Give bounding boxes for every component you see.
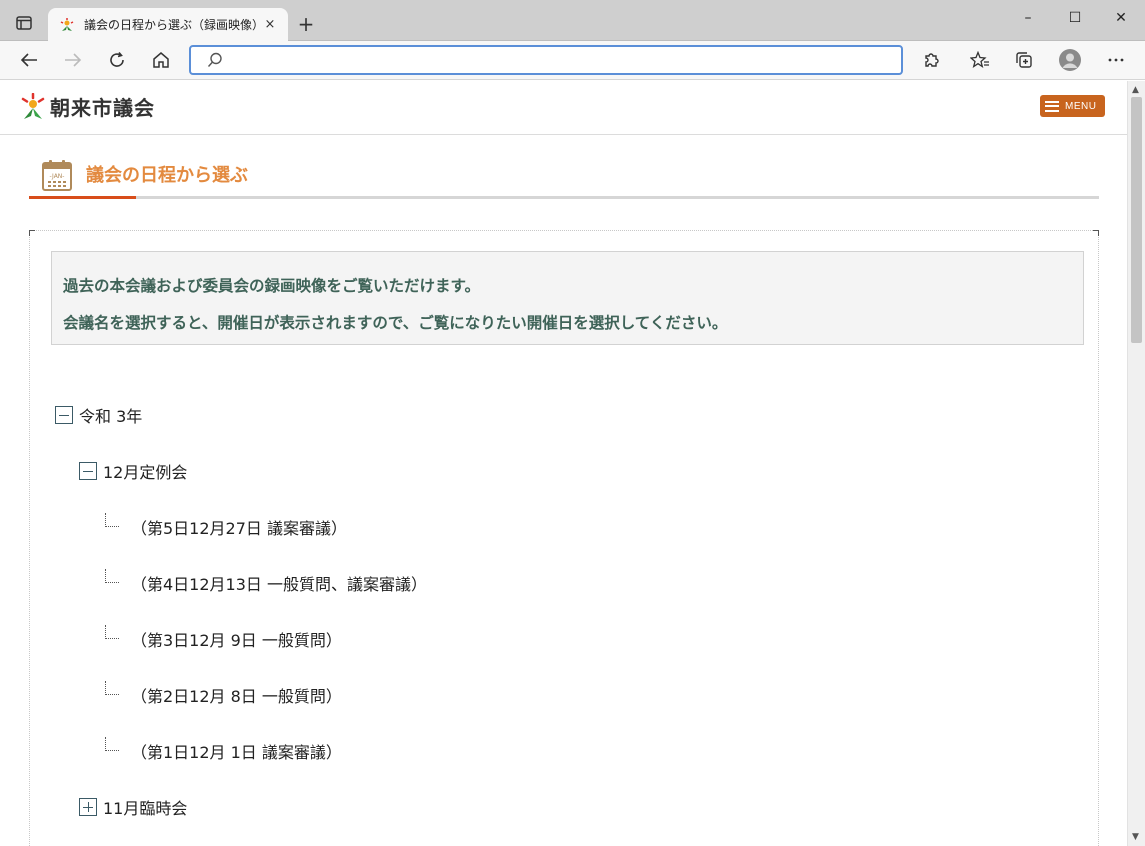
extensions-icon (925, 53, 939, 67)
collapse-icon[interactable] (55, 406, 73, 424)
collections-icon (1016, 52, 1032, 68)
refresh-button[interactable] (105, 49, 129, 71)
content-frame: 過去の本会議および委員会の録画映像をご覧いただけます。 会議名を選択すると、開催… (29, 230, 1099, 846)
logo-mark-icon (21, 92, 45, 119)
favorites-icon (970, 51, 989, 68)
tab-actions-button[interactable] (10, 11, 38, 35)
logo-text: 朝来市議会 (50, 96, 155, 120)
section-heading: -JAN- 議会の日程から選ぶ (29, 159, 1099, 199)
scrollbar-thumb[interactable] (1131, 97, 1142, 343)
search-icon (207, 52, 223, 72)
home-button[interactable] (149, 49, 173, 71)
tree-connector (105, 625, 119, 639)
calendar-icon: -JAN- (42, 159, 72, 195)
frame-corner (1093, 230, 1099, 236)
day-link[interactable]: （第4日12月13日 一般質問、議案審議） (131, 571, 427, 595)
collections-button[interactable] (1012, 49, 1036, 71)
session-label[interactable]: 12月定例会 (103, 459, 187, 483)
tree-leaf-day[interactable]: （第2日12月 8日 一般質問） (105, 681, 342, 707)
minimize-button[interactable]: – (1008, 10, 1048, 26)
tree-leaf-day[interactable]: （第3日12月 9日 一般質問） (105, 625, 342, 651)
menu-label: MENU (1065, 100, 1097, 112)
vertical-scrollbar[interactable]: ▲ ▼ (1127, 81, 1145, 846)
notice-line-2: 会議名を選択すると、開催日が表示されますので、ご覧になりたい開催日を選択してくだ… (63, 314, 728, 332)
tab-close-icon[interactable]: × (262, 17, 278, 32)
day-link[interactable]: （第1日12月 1日 議案審議） (131, 739, 342, 763)
session-label[interactable]: 11月臨時会 (103, 795, 187, 819)
browser-titlebar: 議会の日程から選ぶ（録画映像） × + – ☐ ✕ (0, 0, 1145, 41)
tree-connector (105, 569, 119, 583)
tab-title: 議会の日程から選ぶ（録画映像） (84, 18, 262, 32)
menu-button[interactable]: MENU (1040, 95, 1105, 117)
day-link[interactable]: （第5日12月27日 議案審議） (131, 515, 347, 539)
notice-line-1: 過去の本会議および委員会の録画映像をご覧いただけます。 (63, 277, 480, 295)
browser-tab[interactable]: 議会の日程から選ぶ（録画映像） × (48, 8, 288, 41)
profile-icon[interactable] (1059, 49, 1081, 71)
scroll-up-icon[interactable]: ▲ (1132, 85, 1139, 95)
site-favicon (58, 16, 76, 34)
collapse-icon[interactable] (79, 462, 97, 480)
site-header: 朝来市議会 MENU (0, 81, 1127, 135)
more-icon (1108, 58, 1124, 62)
back-button[interactable] (17, 49, 41, 71)
day-link[interactable]: （第2日12月 8日 一般質問） (131, 683, 342, 707)
close-window-button[interactable]: ✕ (1101, 10, 1141, 26)
home-icon (153, 52, 169, 68)
frame-corner (29, 230, 35, 236)
tab-actions-icon (16, 16, 32, 30)
tree-node-year[interactable]: 令和 3年 (55, 403, 142, 427)
tree-node-session[interactable]: 12月定例会 (79, 459, 187, 483)
hamburger-icon (1045, 100, 1059, 112)
notice-box: 過去の本会議および委員会の録画映像をご覧いただけます。 会議名を選択すると、開催… (51, 251, 1084, 345)
title-accent-underline (29, 196, 136, 199)
tree-connector (105, 737, 119, 751)
expand-icon[interactable] (79, 798, 97, 816)
maximize-button[interactable]: ☐ (1055, 10, 1095, 26)
page-viewport: 朝来市議会 MENU -JAN- 議会の日程から選ぶ 過去の本会議および委員会の… (0, 81, 1127, 846)
page-title: 議会の日程から選ぶ (86, 165, 248, 186)
favorites-button[interactable] (968, 49, 992, 71)
address-bar[interactable] (189, 45, 903, 75)
tree-connector (105, 681, 119, 695)
more-button[interactable] (1104, 49, 1128, 71)
tree-leaf-day[interactable]: （第5日12月27日 議案審議） (105, 513, 347, 539)
tree-leaf-day[interactable]: （第4日12月13日 一般質問、議案審議） (105, 569, 427, 595)
tree-node-session[interactable]: 11月臨時会 (79, 795, 187, 819)
tree-connector (105, 513, 119, 527)
browser-toolbar (0, 41, 1145, 80)
forward-icon (65, 53, 82, 67)
refresh-icon (110, 51, 124, 67)
extensions-button[interactable] (919, 49, 943, 71)
scroll-down-icon[interactable]: ▼ (1132, 832, 1139, 842)
site-logo[interactable]: 朝来市議会 (20, 92, 155, 121)
day-link[interactable]: （第3日12月 9日 一般質問） (131, 627, 342, 651)
forward-button[interactable] (61, 49, 85, 71)
year-label[interactable]: 令和 3年 (79, 403, 142, 427)
back-icon (20, 53, 37, 67)
tree-leaf-day[interactable]: （第1日12月 1日 議案審議） (105, 737, 342, 763)
calendar-label: -JAN- (50, 173, 65, 180)
new-tab-button[interactable]: + (296, 14, 316, 34)
